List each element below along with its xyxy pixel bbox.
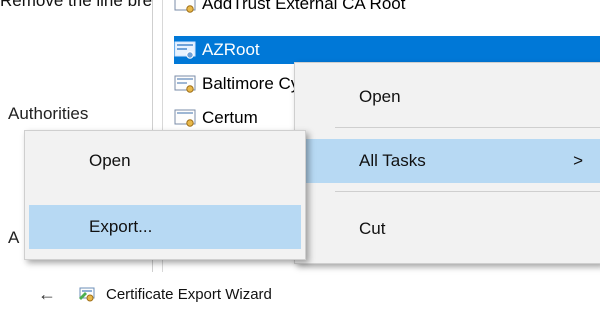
tree-item-label: AZRoot bbox=[202, 40, 260, 59]
certificate-icon bbox=[174, 0, 196, 14]
tree-item-addtrust[interactable]: AddTrust External CA Root bbox=[174, 0, 600, 18]
context-menu-main: Open All Tasks > Cut bbox=[294, 62, 600, 264]
menu-item-open[interactable]: Open bbox=[29, 139, 301, 183]
wizard-title: Certificate Export Wizard bbox=[106, 285, 272, 303]
tree-item-certum[interactable]: Certum bbox=[174, 104, 294, 132]
menu-separator bbox=[335, 127, 600, 128]
menu-item-label: All Tasks bbox=[359, 151, 426, 170]
tree-item-azroot[interactable]: AZRoot bbox=[174, 36, 600, 64]
menu-item-open[interactable]: Open bbox=[299, 75, 597, 119]
menu-item-all-tasks[interactable]: All Tasks > bbox=[299, 139, 600, 183]
menu-item-label: Cut bbox=[359, 219, 386, 238]
menu-item-label: Open bbox=[359, 87, 401, 106]
authorities-label: Authorities bbox=[8, 104, 89, 123]
menu-item-label: Export... bbox=[89, 217, 153, 236]
wizard-header: ← Certificate Export Wizard bbox=[38, 282, 272, 306]
tree-item-label: AddTrust External CA Root bbox=[202, 0, 406, 13]
menu-item-cut[interactable]: Cut bbox=[299, 207, 597, 251]
tree-item-label: Baltimore CyberTrust Root bbox=[202, 74, 294, 93]
certificate-icon bbox=[174, 108, 196, 128]
certificate-wizard-icon bbox=[78, 285, 96, 303]
submenu-chevron-icon: > bbox=[573, 151, 583, 170]
certificate-icon bbox=[174, 40, 196, 60]
certificate-icon bbox=[174, 74, 196, 94]
tree-item-baltimore[interactable]: Baltimore CyberTrust Root bbox=[174, 70, 294, 98]
tree-item-label: Certum bbox=[202, 108, 258, 127]
partial-label: A bbox=[8, 228, 20, 247]
menu-separator bbox=[335, 191, 600, 192]
menu-item-export[interactable]: Export... bbox=[29, 205, 301, 249]
menu-item-label: Open bbox=[89, 151, 131, 170]
context-menu-submenu: Open Export... bbox=[24, 130, 306, 260]
back-arrow-icon[interactable]: ← bbox=[38, 284, 56, 305]
